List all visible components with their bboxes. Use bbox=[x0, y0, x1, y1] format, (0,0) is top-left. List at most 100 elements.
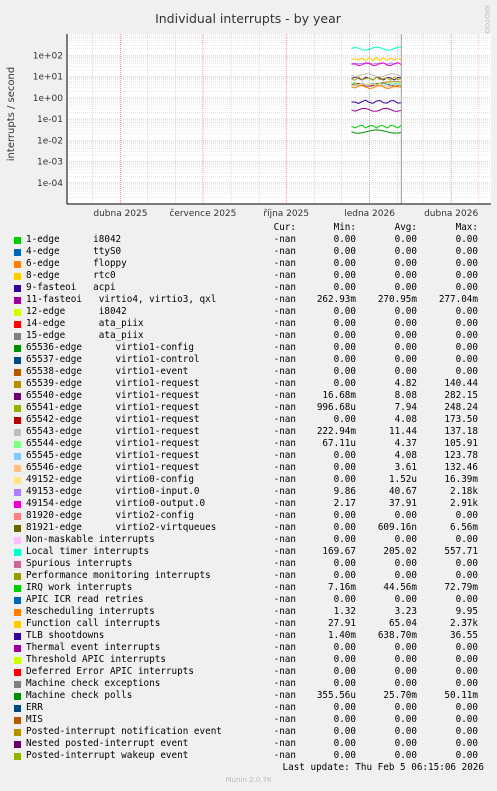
legend-swatch bbox=[14, 621, 21, 628]
legend-label: Non-maskable interrupts bbox=[26, 534, 155, 545]
x-tick-label: dubna 2026 bbox=[424, 209, 478, 219]
legend-cur-value: -nan bbox=[273, 462, 296, 473]
legend-swatch bbox=[14, 249, 21, 256]
legend-swatch bbox=[14, 753, 21, 760]
legend-row: 65544-edge virtio1-request -nan 67.11u 4.37… bbox=[0, 438, 497, 450]
legend-max-value: 0.00 bbox=[455, 330, 478, 341]
legend-avg-value: 37.91 bbox=[389, 498, 417, 509]
legend-label: Posted-interrupt wakeup event bbox=[26, 750, 189, 761]
legend-label: 81921-edge virtio2-virtqueues bbox=[26, 522, 217, 533]
legend-max-value: 0.00 bbox=[455, 750, 478, 761]
legend-label: 65544-edge virtio1-request bbox=[26, 438, 200, 449]
legend-max-value: 282.15 bbox=[444, 390, 478, 401]
col-header-max: Max: bbox=[455, 222, 478, 233]
legend-avg-value: 0.00 bbox=[394, 666, 417, 677]
legend-cur-value: -nan bbox=[273, 270, 296, 281]
legend-avg-value: 0.00 bbox=[394, 642, 417, 653]
legend-max-value: 277.04m bbox=[438, 294, 478, 305]
legend-label: Performance monitoring interrupts bbox=[26, 570, 211, 581]
legend-cur-value: -nan bbox=[273, 306, 296, 317]
legend-swatch bbox=[14, 549, 21, 556]
legend-max-value: 0.00 bbox=[455, 570, 478, 581]
legend-max-value: 2.18k bbox=[450, 486, 478, 497]
legend-row: Posted-interrupt wakeup event -nan 0.00 0.0… bbox=[0, 750, 497, 762]
legend-avg-value: 0.00 bbox=[394, 234, 417, 245]
legend-max-value: 0.00 bbox=[455, 366, 478, 377]
legend-min-value: 0.00 bbox=[333, 246, 356, 257]
legend-min-value: 7.16m bbox=[328, 582, 356, 593]
legend-row: 65537-edge virtio1-control -nan 0.00 0.00 0.… bbox=[0, 354, 497, 366]
legend-max-value: 0.00 bbox=[455, 642, 478, 653]
legend-cur-value: -nan bbox=[273, 474, 296, 485]
legend-max-value: 0.00 bbox=[455, 510, 478, 521]
legend-swatch bbox=[14, 285, 21, 292]
y-tick-label: 1e+00 bbox=[33, 94, 64, 104]
legend-label: 65536-edge virtio1-config bbox=[26, 342, 194, 353]
legend-avg-value: 4.82 bbox=[394, 378, 417, 389]
legend-cur-value: -nan bbox=[273, 702, 296, 713]
legend-min-value: 0.00 bbox=[333, 462, 356, 473]
legend-swatch bbox=[14, 273, 21, 280]
legend-row: 65542-edge virtio1-request -nan 0.00 4.08 17… bbox=[0, 414, 497, 426]
legend-row: Posted-interrupt notification event -nan 0… bbox=[0, 726, 497, 738]
legend-label: TLB shootdowns bbox=[26, 630, 105, 641]
legend-label: Machine check polls bbox=[26, 690, 133, 701]
col-header-avg: Avg: bbox=[394, 222, 417, 233]
legend-swatch bbox=[14, 309, 21, 316]
legend-cur-value: -nan bbox=[273, 666, 296, 677]
legend-label: 8-edge rtc0 bbox=[26, 270, 116, 281]
legend-swatch bbox=[14, 261, 21, 268]
legend-min-value: 222.94m bbox=[316, 426, 356, 437]
legend-row: APIC ICR read retries -nan 0.00 0.00 0.00 bbox=[0, 594, 497, 606]
last-update: Last update: Thu Feb 5 06:15:06 2026 bbox=[282, 762, 485, 773]
legend-avg-value: 0.00 bbox=[394, 306, 417, 317]
legend-avg-value: 25.70m bbox=[383, 690, 417, 701]
legend-label: 65543-edge virtio1-request bbox=[26, 426, 200, 437]
y-tick-label: 1e-01 bbox=[37, 115, 63, 125]
legend-cur-value: -nan bbox=[273, 570, 296, 581]
legend-cur-value: -nan bbox=[273, 534, 296, 545]
legend-row: Local timer interrupts -nan 169.67 205.02 55… bbox=[0, 546, 497, 558]
legend-swatch bbox=[14, 681, 21, 688]
legend-min-value: 0.00 bbox=[333, 750, 356, 761]
legend-max-value: 105.91 bbox=[444, 438, 478, 449]
legend-label: 12-edge i8042 bbox=[26, 306, 127, 317]
legend-cur-value: -nan bbox=[273, 738, 296, 749]
legend-min-value: 0.00 bbox=[333, 270, 356, 281]
legend-swatch bbox=[14, 321, 21, 328]
interrupts-chart: Individual interrupts - by year interrup… bbox=[6, 5, 491, 219]
legend-max-value: 0.00 bbox=[455, 726, 478, 737]
legend-max-value: 0.00 bbox=[455, 654, 478, 665]
legend-swatch bbox=[14, 741, 21, 748]
legend-row: 4-edge ttyS0 -nan 0.00 0.00 0.00 bbox=[0, 246, 497, 258]
legend-min-value: 0.00 bbox=[333, 366, 356, 377]
legend-avg-value: 0.00 bbox=[394, 738, 417, 749]
legend-row: MIS -nan 0.00 0.00 0.00 bbox=[0, 714, 497, 726]
legend-swatch bbox=[14, 489, 21, 496]
legend-row: 1-edge i8042 -nan 0.00 0.00 0.00 bbox=[0, 234, 497, 246]
legend-row: 14-edge ata_piix -nan 0.00 0.00 0.00 bbox=[0, 318, 497, 330]
legend-cur-value: -nan bbox=[273, 630, 296, 641]
legend-avg-value: 0.00 bbox=[394, 678, 417, 689]
legend-label: 65542-edge virtio1-request bbox=[26, 414, 200, 425]
legend-cur-value: -nan bbox=[273, 234, 296, 245]
legend-label: 65545-edge virtio1-request bbox=[26, 450, 200, 461]
legend-avg-value: 0.00 bbox=[394, 570, 417, 581]
legend-max-value: 137.18 bbox=[444, 426, 478, 437]
legend-label: 49153-edge virtio0-input.0 bbox=[26, 486, 200, 497]
legend-avg-value: 1.52u bbox=[389, 474, 417, 485]
legend-swatch bbox=[14, 657, 21, 664]
munin-graph: Individual interrupts - by year interrup… bbox=[0, 0, 497, 791]
legend-avg-value: 0.00 bbox=[394, 258, 417, 269]
legend-cur-value: -nan bbox=[273, 294, 296, 305]
legend-label: Rescheduling interrupts bbox=[26, 606, 155, 617]
legend-label: 49154-edge virtio0-output.0 bbox=[26, 498, 206, 509]
legend-avg-value: 0.00 bbox=[394, 726, 417, 737]
legend-max-value: 140.44 bbox=[444, 378, 478, 389]
legend-swatch bbox=[14, 477, 21, 484]
legend-row: 65539-edge virtio1-request -nan 0.00 4.82 14… bbox=[0, 378, 497, 390]
legend-max-value: 2.37k bbox=[450, 618, 478, 629]
legend-cur-value: -nan bbox=[273, 510, 296, 521]
legend-swatch bbox=[14, 429, 21, 436]
legend-avg-value: 4.37 bbox=[394, 438, 417, 449]
